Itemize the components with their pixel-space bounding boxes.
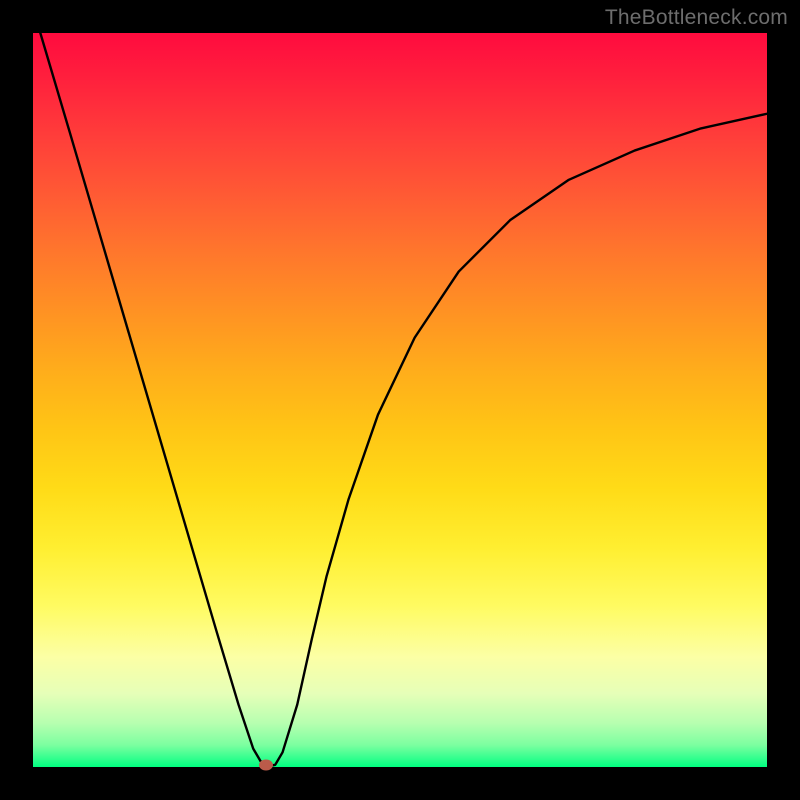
watermark-text: TheBottleneck.com (605, 6, 788, 30)
plot-area (33, 33, 767, 767)
curve-svg (33, 33, 767, 767)
chart-container: TheBottleneck.com (0, 0, 800, 800)
optimal-point-marker (259, 759, 273, 770)
bottleneck-curve (40, 33, 767, 766)
